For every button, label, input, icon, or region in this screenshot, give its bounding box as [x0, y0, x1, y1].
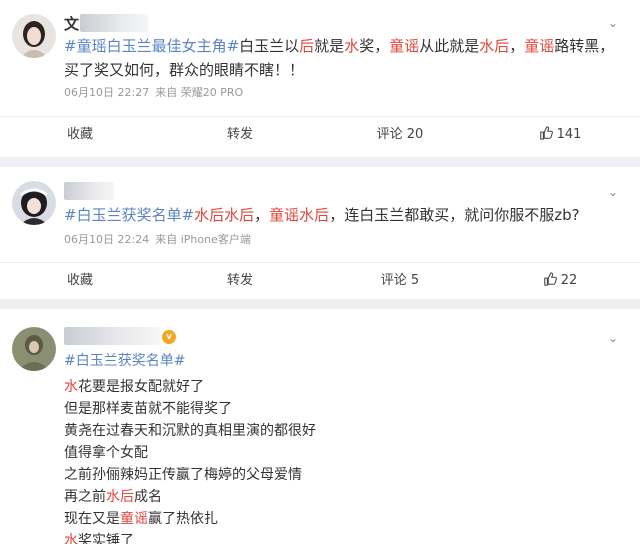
text-line: 再之前水后成名 [64, 489, 162, 505]
post-topic: #白玉兰获奖名单# [64, 349, 620, 373]
comment-button[interactable]: 评论 20 [320, 117, 480, 152]
chevron-down-icon[interactable]: ⌄ [604, 329, 622, 347]
chevron-down-icon[interactable]: ⌄ [604, 14, 622, 32]
post-meta: 06月10日 22:27 来自 荣耀20 PRO [64, 84, 249, 100]
text-line: 水奖实锤了 [64, 533, 134, 544]
weibo-post-1: 文 ⌄ #童瑶白玉兰最佳女主角#白玉兰以后就是水奖，童谣从此就是水后，童谣路转黑… [0, 0, 640, 157]
post-meta: 06月10日 22:24 来自 iPhone客户端 [64, 231, 257, 247]
user-avatar[interactable] [12, 181, 56, 225]
post-text: 水花要是报女配就好了 但是那样麦苗就不能得奖了 黄尧在过春天和沉默的真相里演的都… [64, 376, 316, 544]
action-bar: 收藏 转发 评论 20 141 [0, 116, 640, 152]
thumbs-up-icon [543, 272, 557, 286]
repost-button[interactable]: 转发 [160, 263, 320, 298]
like-button[interactable]: 22 [480, 263, 640, 298]
username-blurred [64, 182, 114, 200]
text-line: 黄尧在过春天和沉默的真相里演的都很好 [64, 423, 316, 439]
post-date: 06月10日 22:24 [64, 233, 150, 246]
repost-button[interactable]: 转发 [160, 117, 320, 152]
user-avatar[interactable] [12, 327, 56, 371]
collect-button[interactable]: 收藏 [0, 263, 160, 298]
action-bar: 收藏 转发 评论 5 22 [0, 262, 640, 298]
username-blurred [80, 14, 148, 32]
topic-link[interactable]: #白玉兰获奖名单# [64, 206, 194, 224]
user-avatar[interactable] [12, 14, 56, 58]
text-line: 但是那样麦苗就不能得奖了 [64, 401, 232, 417]
like-count: 141 [556, 127, 582, 142]
username-blurred [64, 327, 160, 345]
topic-link[interactable]: #白玉兰获奖名单# [64, 353, 185, 369]
text-line: 值得拿个女配 [64, 445, 148, 461]
weibo-post-3: v ⌄ #白玉兰获奖名单# 水花要是报女配就好了 但是那样麦苗就不能得奖了 黄尧… [0, 309, 640, 544]
post-source: 来自 iPhone客户端 [155, 233, 251, 246]
comment-button[interactable]: 评论 5 [320, 263, 480, 298]
like-count: 22 [560, 273, 578, 288]
username[interactable]: 文 [64, 13, 79, 34]
weibo-post-2: ⌄ #白玉兰获奖名单#水后水后，童谣水后，连白玉兰都敢买，就问你服不服zb? 0… [0, 167, 640, 299]
text-line: 之前孙俪辣妈正传赢了梅婷的父母爱情 [64, 467, 302, 483]
topic-link[interactable]: #童瑶白玉兰最佳女主角# [64, 37, 239, 55]
post-source: 来自 荣耀20 PRO [155, 86, 244, 99]
thumbs-up-icon [539, 126, 553, 140]
vip-badge-icon: v [162, 330, 176, 344]
post-text: #童瑶白玉兰最佳女主角#白玉兰以后就是水奖，童谣从此就是水后，童谣路转黑，买了奖… [64, 37, 615, 79]
chevron-down-icon[interactable]: ⌄ [604, 183, 622, 201]
post-text: #白玉兰获奖名单#水后水后，童谣水后，连白玉兰都敢买，就问你服不服zb? [64, 206, 580, 224]
text-line: 现在又是童谣赢了热依扎 [64, 511, 218, 527]
text-line: 水花要是报女配就好了 [64, 379, 204, 395]
collect-button[interactable]: 收藏 [0, 117, 160, 152]
like-button[interactable]: 141 [480, 117, 640, 152]
post-date: 06月10日 22:27 [64, 86, 150, 99]
